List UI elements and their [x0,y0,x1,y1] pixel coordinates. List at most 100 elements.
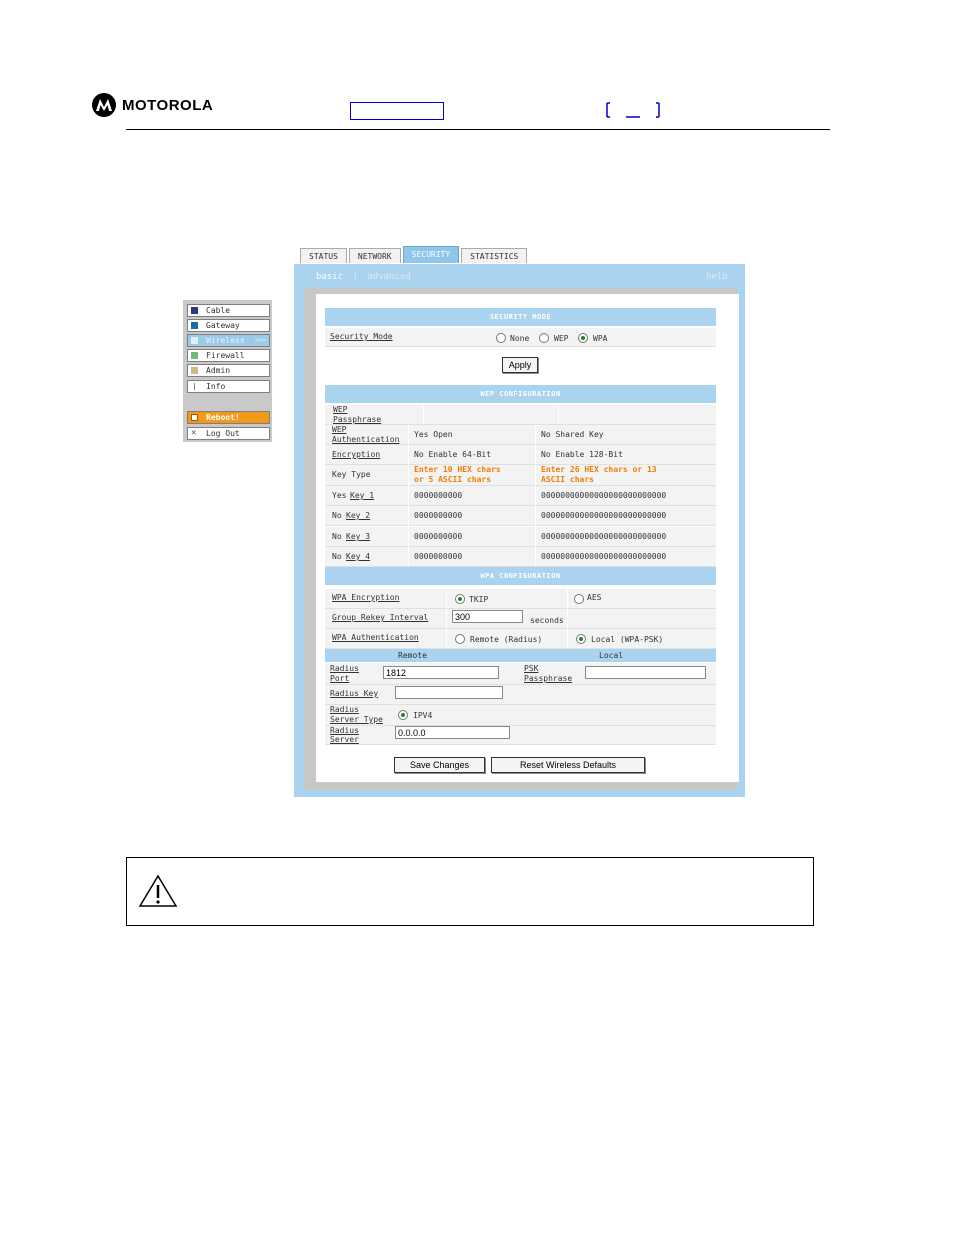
reboot-label: Reboot! [206,413,240,422]
subnav-basic[interactable]: basic [316,272,343,282]
local-column-title: Local [599,651,624,660]
ipv4-label: IPV4 [413,711,433,720]
key-64-value[interactable]: 0000000000 [414,552,462,562]
reset-wireless-defaults-button[interactable]: Reset Wireless Defaults [491,757,645,773]
wep-keytype-label: Key Type [332,470,371,479]
tab-network[interactable]: NETWORK [348,248,401,263]
key-64-value[interactable]: 0000000000 [414,532,462,542]
aes-radio[interactable] [574,594,584,604]
keytype-64-line2: or 5 ASCII chars [414,475,492,484]
col-divider [408,425,409,566]
key-prefix: Yes [332,491,347,500]
tkip-label: TKIP [469,595,489,604]
key-64-value[interactable]: 0000000000 [414,491,462,501]
key-prefix: No [332,532,342,541]
tab-security[interactable]: SECURITY [402,246,460,263]
auth-remote-label: Remote (Radius) [470,635,543,644]
auth-local-radio[interactable] [576,634,586,644]
wep-auth-open[interactable]: Yes Open [414,430,453,440]
mode-wpa-label: WPA [593,334,608,343]
psk-label-1: PSK [524,664,539,673]
nav-item-firewall[interactable]: Firewall [187,349,270,362]
subnav-advanced[interactable]: advanced [367,272,410,282]
close-icon: ✕ [191,428,197,438]
key-128-value[interactable]: 00000000000000000000000000 [541,511,666,521]
server-type-label-2: Server Type [330,715,383,724]
motorola-logo: MOTOROLA [92,92,227,118]
keytype-128-line1: Enter 26 HEX chars or 13 [541,465,657,474]
tkip-radio[interactable] [455,594,465,604]
radius-server-input[interactable]: 0.0.0.0 [395,726,510,739]
key-label: Key 1 [350,491,375,500]
col-divider [558,405,559,424]
remote-local-header [325,649,716,662]
radius-port-label-1: Radius [330,664,359,673]
nav-label: Info [206,382,226,391]
help-link[interactable]: help [706,272,728,282]
key-128-value[interactable]: 00000000000000000000000000 [541,552,666,562]
logout-label: Log Out [206,429,240,438]
nav-item-wireless[interactable]: Wireless >>> [187,334,270,347]
col-divider [446,589,447,648]
security-mode-header: SECURITY MODE [325,308,716,326]
psk-input[interactable] [585,666,706,679]
brand-name: MOTOROLA [122,96,214,114]
reboot-button[interactable]: Reboot! [187,411,270,424]
key-64-value[interactable]: 0000000000 [414,511,462,521]
header-link-box[interactable] [350,102,444,120]
motorola-batwing-icon [92,93,116,117]
mode-wpa-radio[interactable] [578,333,588,343]
admin-icon [191,367,198,374]
reboot-icon [191,414,198,421]
key-prefix: No [332,511,342,520]
radius-port-input[interactable]: 1812 [383,666,499,679]
col-divider [423,405,424,424]
mode-wep-radio[interactable] [539,333,549,343]
ipv4-radio[interactable] [398,710,408,720]
radius-key-label: Radius Key [330,689,379,698]
wep-auth-label-1: WEP [332,425,347,434]
nav-item-gateway[interactable]: Gateway [187,319,270,332]
wireless-icon [191,337,198,344]
subnav-separator: | [352,272,358,282]
radius-server-label-2: Server [330,735,359,744]
sub-nav: basic | advanced [316,272,411,282]
nav-label: Firewall [206,351,245,360]
save-changes-button[interactable]: Save Changes [394,757,485,773]
auth-remote-radio[interactable] [455,634,465,644]
nav-label: Cable [206,306,231,315]
key-label: Key 2 [346,511,371,520]
wep-encryption-row [325,445,716,465]
wpa-auth-label: WPA Authentication [332,633,419,642]
mode-none-radio[interactable] [496,333,506,343]
header-rule [126,129,830,130]
nav-item-info[interactable]: Info [187,380,270,393]
key-label: Key 3 [346,532,371,541]
wep-auth-label-2: Authentication [332,435,400,444]
tab-status[interactable]: STATUS [300,248,347,263]
wep-passphrase-label-1: WEP [333,405,348,414]
wep-enc-64[interactable]: No Enable 64-Bit [414,450,491,460]
aes-label: AES [587,593,602,602]
wep-auth-shared[interactable]: No Shared Key [541,430,604,440]
wep-config-header: WEP CONFIGURATION [325,385,716,403]
tab-statistics[interactable]: STATISTICS [461,248,528,263]
nav-item-admin[interactable]: Admin [187,364,270,377]
remote-column-title: Remote [398,651,427,660]
top-tabs: STATUS NETWORK SECURITY STATISTICS [300,246,529,264]
wpa-config-header: WPA CONFIGURATION [325,567,716,585]
key-128-value[interactable]: 00000000000000000000000000 [541,491,666,501]
apply-button[interactable]: Apply [502,357,538,373]
psk-label-2: Passphrase [524,674,573,683]
nav-label: Wireless [206,336,245,345]
rekey-input[interactable]: 300 [452,610,523,623]
nav-item-cable[interactable]: Cable [187,304,270,317]
logout-button[interactable]: ✕ Log Out [187,427,270,440]
warning-triangle-icon [138,874,178,907]
security-mode-label: Security Mode [330,332,393,341]
wep-enc-128[interactable]: No Enable 128-Bit [541,450,623,460]
radius-server-type-row [325,705,716,726]
key-label: Key 4 [346,552,371,561]
radius-key-input[interactable] [395,686,503,699]
key-128-value[interactable]: 00000000000000000000000000 [541,532,666,542]
